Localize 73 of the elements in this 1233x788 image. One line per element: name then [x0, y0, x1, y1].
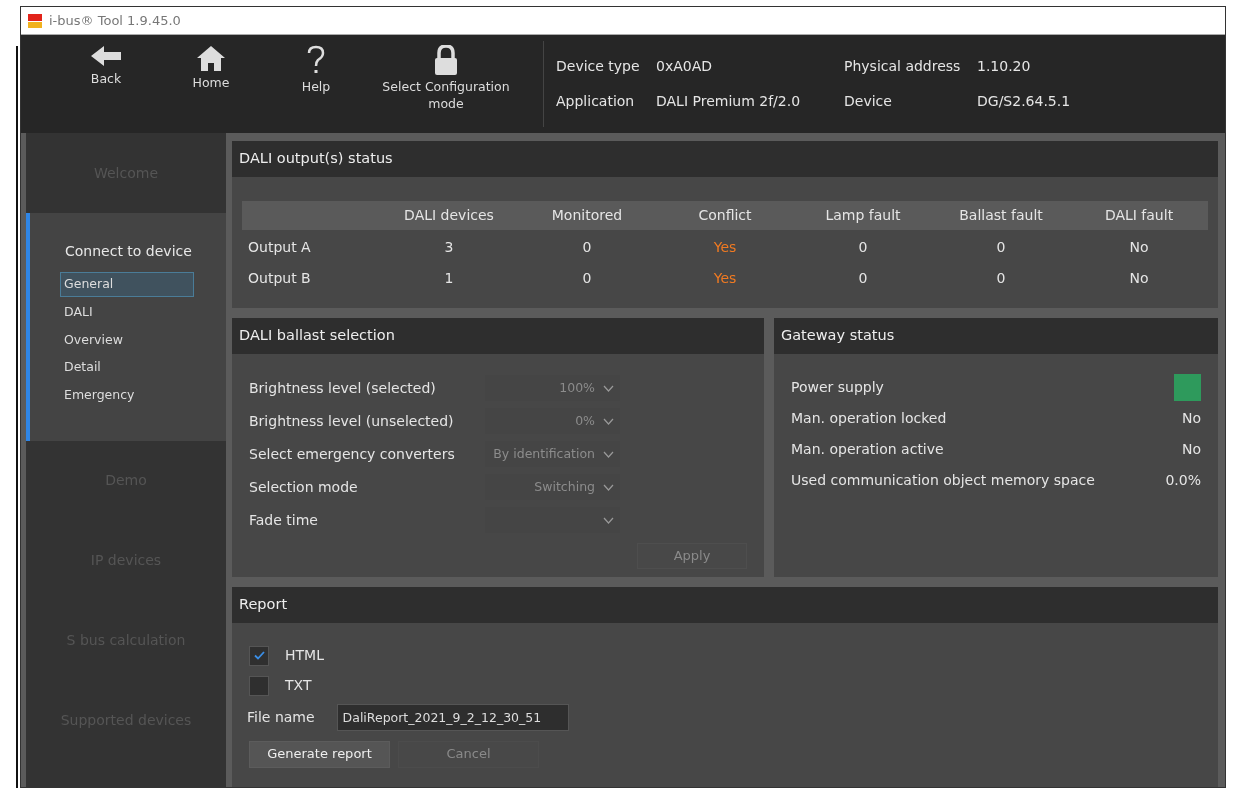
table-cell-text: Yes [712, 237, 738, 257]
info-label: Application [556, 92, 636, 111]
status-value: No [1181, 439, 1201, 459]
status-label: Man. operation locked [791, 408, 947, 428]
home-icon [197, 45, 225, 71]
field-label: Select emergency converters [249, 444, 456, 464]
lock-icon [434, 45, 458, 75]
app-logo-icon [27, 12, 43, 29]
help-icon [306, 45, 326, 75]
table-cell-text: 0 [581, 268, 593, 288]
column-header: DALI fault [1103, 205, 1175, 225]
field-label: Fade time [249, 510, 319, 530]
column-header: Ballast fault [958, 205, 1044, 225]
panel-header: Gateway status [774, 317, 1218, 354]
info-value: DALI Premium 2f/2.0 [656, 92, 802, 111]
column-header: DALI devices [403, 205, 495, 225]
info-value: 0xA0AD [656, 57, 714, 76]
checkmark-icon [253, 651, 265, 660]
column-header: Lamp fault [824, 205, 902, 225]
column-header: Conflict [697, 205, 753, 225]
checkbox[interactable] [249, 645, 269, 666]
status-value: 0.0% [1165, 470, 1201, 490]
toolbar-button[interactable]: Back [51, 41, 161, 127]
sidebar-section[interactable]: Connect to device [65, 241, 226, 262]
sidebar-item[interactable]: Detail [60, 355, 194, 380]
chevron-down-icon [603, 384, 614, 392]
window-title: i-bus® Tool 1.9.45.0 [49, 11, 181, 30]
panel-header: DALI output(s) status [232, 141, 1218, 177]
column-header: Monitored [550, 205, 624, 225]
table-cell-text: 0 [581, 237, 593, 257]
sidebar-item[interactable]: Emergency [60, 383, 194, 408]
sidebar-item[interactable]: General [60, 272, 194, 297]
field-label: Selection mode [249, 477, 359, 497]
table-cell-text: 0 [995, 237, 1007, 257]
table-cell-text: 1 [443, 268, 455, 288]
checkbox-label: HTML [285, 646, 324, 665]
chevron-down-icon [603, 417, 614, 425]
table-cell-text: Output A [247, 237, 312, 257]
field-label: File name [247, 708, 315, 727]
toolbar-button[interactable]: Select Configuration mode [371, 41, 521, 127]
file-name-field[interactable]: DaliReport_2021_9_2_12_30_51 [336, 704, 569, 731]
table-cell-text: 0 [857, 237, 869, 257]
checkbox[interactable] [249, 675, 269, 696]
table-cell-text: Yes [712, 268, 738, 288]
field-label: Brightness level (selected) [249, 378, 437, 398]
toolbar-button[interactable]: Help [261, 41, 371, 127]
table-cell-text: No [1128, 237, 1150, 257]
toolbar-button[interactable]: Home [161, 41, 261, 127]
table-cell-text: 0 [995, 268, 1007, 288]
status-value: No [1181, 408, 1201, 428]
table-cell-text: 3 [443, 237, 455, 257]
table-cell-text: No [1128, 268, 1150, 288]
sidebar-item[interactable]: Overview [60, 327, 194, 353]
info-value: 1.10.20 [977, 57, 1032, 76]
panel-header: DALI ballast selection [232, 317, 764, 354]
table-cell-text: 0 [857, 268, 869, 288]
info-label: Physical address [844, 57, 962, 76]
info-label: Device [844, 92, 893, 111]
status-label: Used communication object memory space [791, 470, 1095, 490]
chevron-down-icon [603, 483, 614, 491]
info-value: DG/S2.64.5.1 [977, 92, 1072, 111]
report-button[interactable]: Generate report [249, 740, 390, 768]
checkbox-label: TXT [285, 676, 312, 695]
back-arrow-icon [91, 45, 121, 67]
chevron-down-icon [603, 450, 614, 458]
info-label: Device type [556, 57, 641, 76]
chevron-down-icon [603, 516, 614, 524]
panel-header: Report [232, 586, 1218, 623]
table-cell-text: Output B [247, 268, 312, 288]
status-label: Man. operation active [791, 439, 944, 459]
status-label: Power supply [791, 377, 884, 397]
sidebar-item[interactable]: DALI [60, 299, 194, 325]
field-label: Brightness level (unselected) [249, 411, 455, 431]
